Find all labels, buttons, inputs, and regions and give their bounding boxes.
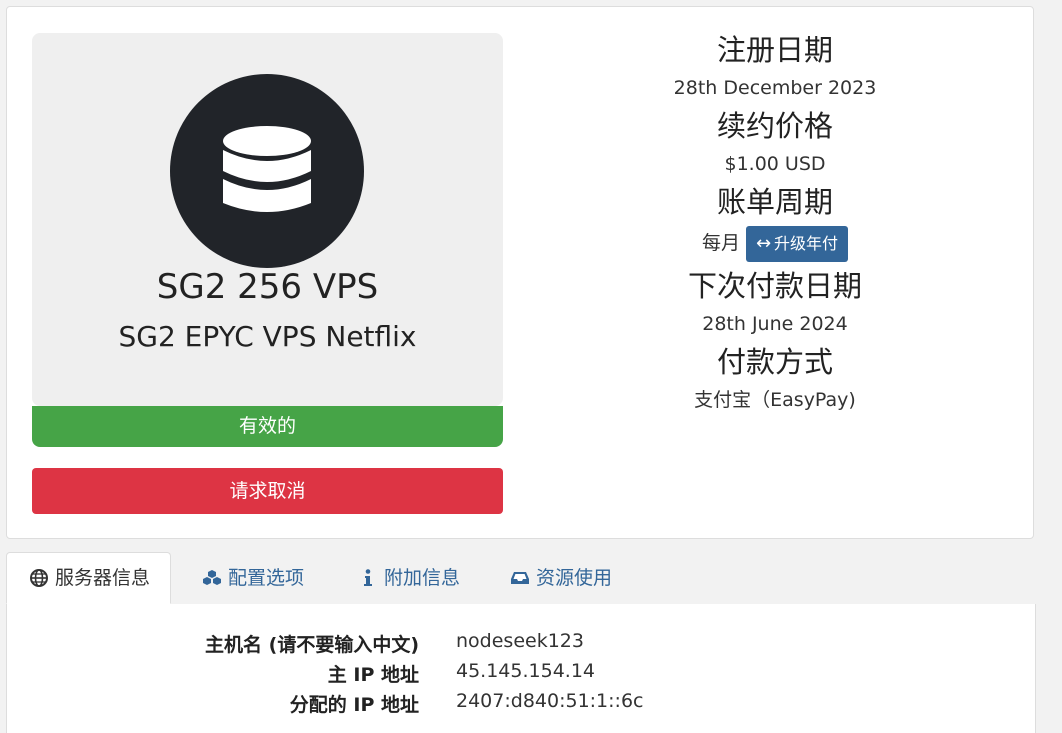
hostname-value: nodeseek123 [456, 630, 584, 652]
upgrade-annual-button[interactable]: ↔ 升级年付 [745, 226, 849, 262]
primary-ip-label: 主 IP 地址 [327, 664, 419, 686]
billing-cycle-value: 每月 [701, 231, 740, 254]
assigned-ip-row: 分配的 IP 地址 2407:d840:51:1::6c [7, 690, 1037, 720]
tab-label: 服务器信息 [55, 567, 151, 589]
billing-cycle-row: 每月 ↔ 升级年付 [567, 223, 983, 265]
registration-date-value: 28th December 2023 [673, 77, 877, 99]
next-due-date-value: 28th June 2024 [702, 313, 848, 335]
service-overview-panel: SG2 256 VPS SG2 EPYC VPS Netflix 有效的 请求取… [6, 6, 1034, 539]
tab-label: 附加信息 [384, 567, 461, 589]
hostname-row: 主机名 (请不要输入中文) nodeseek123 [7, 630, 1037, 660]
upgrade-label: 升级年付 [774, 234, 839, 253]
info-icon [364, 569, 372, 586]
product-box: SG2 256 VPS SG2 EPYC VPS Netflix [32, 33, 503, 406]
billing-cycle-label: 账单周期 [716, 185, 833, 219]
billing-details: 注册日期 28th December 2023 续约价格 $1.00 USD 账… [567, 29, 983, 417]
renewal-price-value: $1.00 USD [724, 153, 826, 175]
cubes-icon [203, 570, 221, 585]
primary-ip-value: 45.145.154.14 [456, 660, 596, 682]
inbox-icon [511, 572, 529, 584]
product-group: SG2 EPYC VPS Netflix [118, 320, 417, 353]
assigned-ip-label: 分配的 IP 地址 [289, 694, 419, 716]
tab-server-info[interactable]: 服务器信息 [6, 552, 172, 604]
tabs-bar: 服务器信息 配置选项 附加信息 资源使用 [6, 552, 1036, 605]
next-due-date-label: 下次付款日期 [687, 269, 862, 303]
tab-config-options[interactable]: 配置选项 [202, 552, 304, 604]
registration-date-label: 注册日期 [716, 33, 833, 67]
server-info-panel: 主机名 (请不要输入中文) nodeseek123 主 IP 地址 45.145… [6, 604, 1036, 733]
left-right-arrow-icon: ↔ [755, 233, 772, 254]
globe-icon [30, 569, 48, 587]
tab-resource-usage[interactable]: 资源使用 [510, 552, 612, 604]
payment-method-value: 支付宝（EasyPay) [694, 389, 856, 411]
tab-label: 配置选项 [228, 567, 305, 589]
payment-method-label: 付款方式 [716, 345, 833, 379]
request-cancel-button[interactable]: 请求取消 [32, 468, 503, 514]
product-name: SG2 256 VPS [156, 267, 379, 307]
product-card: SG2 256 VPS SG2 EPYC VPS Netflix 有效的 [32, 33, 503, 447]
database-icon [170, 74, 364, 268]
renewal-price-label: 续约价格 [716, 109, 833, 143]
hostname-label: 主机名 (请不要输入中文) [205, 634, 419, 656]
tab-addon-info[interactable]: 附加信息 [358, 552, 460, 604]
tab-label: 资源使用 [536, 567, 613, 589]
assigned-ip-value: 2407:d840:51:1::6c [456, 690, 644, 712]
primary-ip-row: 主 IP 地址 45.145.154.14 [7, 660, 1037, 690]
status-badge: 有效的 [32, 406, 503, 447]
